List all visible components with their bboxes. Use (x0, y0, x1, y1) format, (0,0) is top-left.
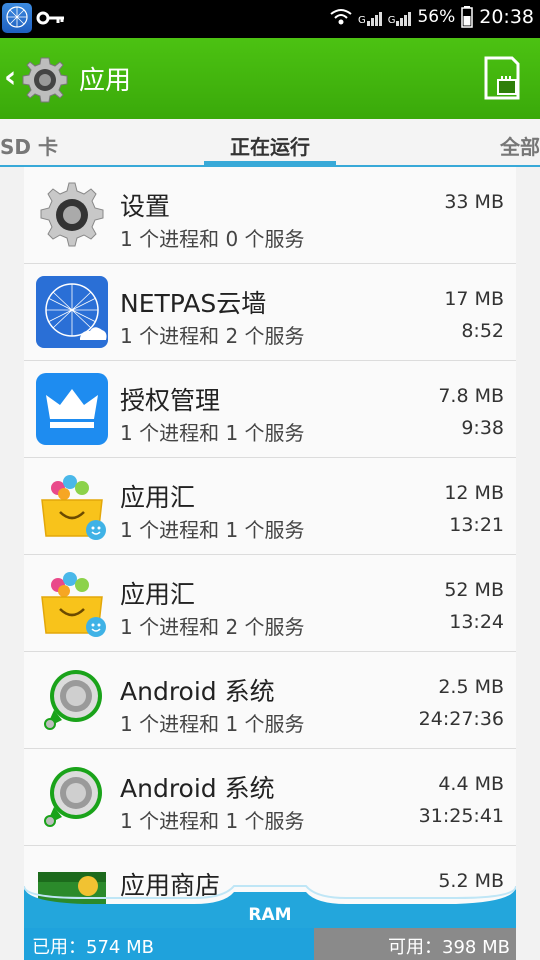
crown-icon (36, 373, 108, 445)
appchina-bag-icon (41, 475, 106, 540)
battery-percent: 56% (417, 7, 456, 27)
sd-card-icon[interactable] (482, 56, 522, 100)
settings-gear-icon (40, 182, 104, 247)
app-name: 应用汇 (120, 483, 196, 512)
app-memory-size: 52 MB (444, 579, 504, 601)
list-item[interactable]: Android 系统 1 个进程和 1 个服务 4.4 MB 31:25:41 (24, 749, 516, 846)
app-name: 授权管理 (120, 386, 221, 415)
list-item[interactable]: NETPAS云墙 1 个进程和 2 个服务 17 MB 8:52 (24, 264, 516, 361)
app-name: Android 系统 (120, 677, 275, 706)
tab-indicator (204, 161, 336, 166)
app-process-info: 1 个进程和 2 个服务 (120, 615, 305, 639)
app-process-info: 1 个进程和 2 个服务 (120, 324, 305, 348)
list-item[interactable]: 设置 1 个进程和 0 个服务 33 MB (24, 167, 516, 264)
back-chevron-icon[interactable]: ‹ (4, 60, 16, 95)
app-name: 设置 (120, 192, 171, 221)
list-item[interactable]: 应用汇 1 个进程和 2 个服务 52 MB 13:24 (24, 555, 516, 652)
ram-used-text: 已用：574 MB (32, 937, 154, 958)
app-run-time: 24:27:36 (418, 708, 504, 730)
app-memory-size: 7.8 MB (438, 385, 504, 407)
tab-bar: SD 卡 正在运行 全部 (0, 119, 540, 167)
app-memory-size: 4.4 MB (438, 773, 504, 795)
app-memory-size: 12 MB (444, 482, 504, 504)
app-memory-size: 17 MB (444, 288, 504, 310)
signal-icon-sim2: G (388, 8, 412, 26)
list-item[interactable]: 应用汇 1 个进程和 1 个服务 12 MB 13:21 (24, 458, 516, 555)
app-process-info: 1 个进程和 1 个服务 (120, 712, 305, 736)
netpas-notification-icon (2, 3, 32, 33)
app-process-info: 1 个进程和 0 个服务 (120, 227, 305, 251)
app-run-time: 9:38 (461, 417, 504, 439)
list-item[interactable]: 授权管理 1 个进程和 1 个服务 7.8 MB 9:38 (24, 361, 516, 458)
tab-sd-card[interactable]: SD 卡 (0, 131, 58, 160)
app-run-time: 31:25:41 (418, 805, 504, 827)
app-run-time: 8:52 (461, 320, 504, 342)
ram-free-text: 可用：398 MB (388, 937, 510, 958)
action-bar: ‹ 应用 (0, 38, 540, 119)
tab-all[interactable]: 全部 (500, 131, 540, 160)
clock: 20:38 (479, 6, 534, 28)
battery-icon (461, 6, 473, 28)
status-bar: G G 56% 20:38 (0, 0, 540, 38)
running-apps-list: 设置 1 个进程和 0 个服务 33 MB NETPAS云墙 1 个进程和 2 … (24, 167, 516, 927)
app-name: NETPAS云墙 (120, 289, 267, 318)
appchina-bag-icon (41, 572, 106, 637)
signal-icon-sim1: G (358, 8, 382, 26)
app-run-time: 13:24 (449, 611, 504, 633)
ram-label: RAM (248, 905, 292, 925)
android-system-icon (44, 670, 102, 730)
list-item[interactable]: Android 系统 1 个进程和 1 个服务 2.5 MB 24:27:36 (24, 652, 516, 749)
app-process-info: 1 个进程和 1 个服务 (120, 518, 305, 542)
app-memory-size: 33 MB (444, 191, 504, 213)
tab-running[interactable]: 正在运行 (204, 131, 336, 160)
wifi-icon (330, 9, 352, 25)
app-name: 应用汇 (120, 580, 196, 609)
page-title: 应用 (79, 66, 132, 96)
app-run-time: 13:21 (449, 514, 504, 536)
app-memory-size: 2.5 MB (438, 676, 504, 698)
key-icon (36, 11, 64, 25)
app-name: Android 系统 (120, 774, 275, 803)
app-process-info: 1 个进程和 1 个服务 (120, 421, 305, 445)
ram-usage-bar: 已用：574 MB 可用：398 MB (24, 928, 516, 960)
settings-gear-icon[interactable] (19, 54, 71, 106)
netpas-globe-icon (36, 276, 108, 348)
app-process-info: 1 个进程和 1 个服务 (120, 809, 305, 833)
android-system-icon (44, 767, 102, 827)
